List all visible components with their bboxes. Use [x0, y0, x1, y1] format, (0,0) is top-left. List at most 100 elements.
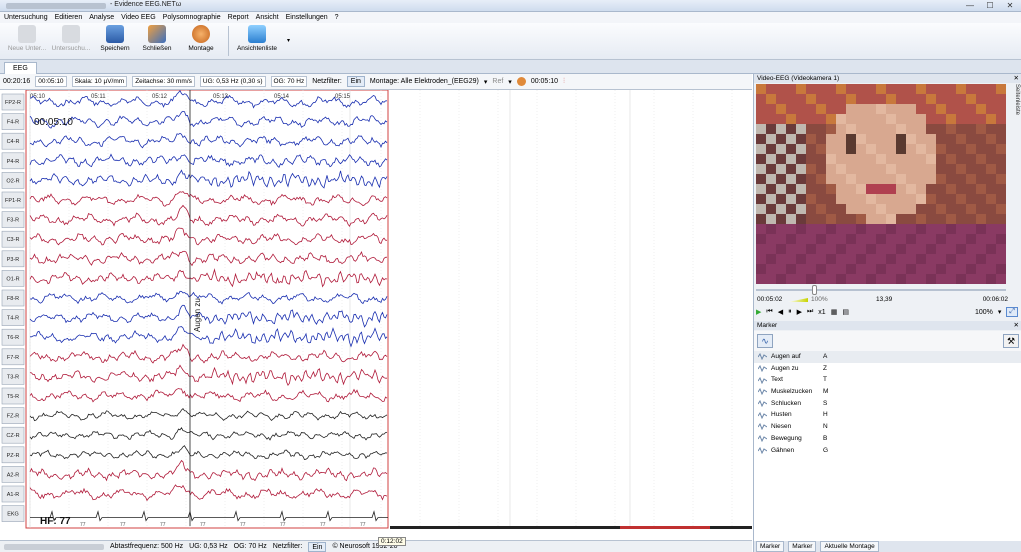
timebase-select[interactable]: Zeitachse: 30 mm/s: [132, 76, 195, 87]
prev-frame-icon[interactable]: ◀: [778, 308, 783, 316]
list-item[interactable]: Gähnen G: [754, 445, 1021, 457]
fullscreen-icon[interactable]: ⤢: [1006, 307, 1018, 317]
views-dropdown-icon[interactable]: ▾: [287, 37, 290, 44]
exam-button[interactable]: Untersuchu...: [48, 25, 94, 52]
menu-ansicht[interactable]: Ansicht: [256, 14, 279, 21]
ref-select[interactable]: Ref: [492, 78, 503, 85]
highcut-select[interactable]: OG: 70 Hz: [270, 76, 308, 87]
montage-select[interactable]: Montage: Alle Elektroden_(EEG29): [370, 78, 479, 85]
channel-label: O2-R: [6, 178, 19, 184]
video-pixel: [856, 264, 866, 274]
status-notch-button[interactable]: Ein: [308, 541, 327, 552]
video-pixel: [996, 164, 1006, 174]
video-pixel: [946, 114, 956, 124]
video-pixel: [936, 244, 946, 254]
video-pixel: [856, 274, 866, 284]
snapshot-icon[interactable]: ▦: [831, 308, 838, 316]
video-pixel: [856, 104, 866, 114]
first-frame-icon[interactable]: ⏮: [766, 308, 772, 316]
montage-button[interactable]: Montage: [178, 25, 224, 52]
lowcut-select[interactable]: UG: 0,53 Hz (0,30 s): [199, 76, 266, 87]
tab-eeg[interactable]: EEG: [4, 62, 37, 74]
play-icon[interactable]: ▶: [756, 308, 761, 316]
sidebar-tab[interactable]: Seitenleiste: [1010, 84, 1020, 204]
signal-icon[interactable]: ⫶: [563, 78, 565, 86]
video-pixel: [846, 104, 856, 114]
menu-untersuchung[interactable]: Untersuchung: [4, 14, 48, 21]
marker-name: Niesen: [771, 423, 792, 431]
video-pixel: [926, 134, 936, 144]
video-pixel: [996, 144, 1006, 154]
video-pixel: [816, 94, 826, 104]
eeg-viewer[interactable]: 05:10 05:11 05:12 05:13 05:14 05:15 FP2-R F4-R C…: [0, 90, 752, 530]
volume-icon[interactable]: [788, 298, 808, 302]
maximize-button[interactable]: ☐: [983, 1, 997, 10]
video-pixel: [776, 84, 786, 94]
montage-dropdown-icon[interactable]: ▾: [484, 78, 488, 86]
beat-rate-label: 77: [200, 522, 206, 528]
close-window-button[interactable]: ✕: [1003, 1, 1017, 10]
zoom-dropdown-icon[interactable]: ▾: [998, 308, 1002, 316]
video-position-slider[interactable]: [756, 285, 1012, 295]
sampling-rate: Abtastfrequenz: 500 Hz: [110, 543, 184, 550]
blurred-file-name: [6, 3, 106, 9]
menu-analyse[interactable]: Analyse: [89, 14, 114, 21]
views-list-button[interactable]: Ansichtenliste: [232, 25, 282, 52]
marker-panel-close-icon[interactable]: ✕: [1014, 321, 1019, 330]
video-pixel: [966, 224, 976, 234]
video-pixel: [956, 104, 966, 114]
video-pixel: [876, 234, 886, 244]
video-pixel: [776, 154, 786, 164]
save-button[interactable]: Speichern: [92, 25, 138, 52]
montage-head-icon[interactable]: [516, 77, 526, 86]
tab-marker-1[interactable]: Marker: [756, 541, 785, 552]
new-exam-button[interactable]: Neue Unter...: [4, 25, 50, 52]
wrench-icon[interactable]: ⚒: [1003, 334, 1019, 348]
video-pixel: [766, 124, 776, 134]
notch-toggle-button[interactable]: Ein: [346, 76, 365, 87]
video-pixel: [806, 184, 816, 194]
list-item[interactable]: Schlucken S: [754, 398, 1021, 410]
video-pixel: [866, 94, 876, 104]
video-frame[interactable]: [756, 84, 1006, 284]
pause-icon[interactable]: ⏸: [788, 308, 792, 316]
channel-label: O1-R: [6, 276, 19, 282]
next-frame-icon[interactable]: ▶: [797, 308, 802, 316]
tab-marker-2[interactable]: Marker: [788, 541, 817, 552]
ref-dropdown-icon[interactable]: ▾: [508, 78, 512, 86]
video-pixel: [826, 94, 836, 104]
position-field[interactable]: 00:05:10: [35, 76, 67, 87]
list-item[interactable]: Augen zu Z: [754, 363, 1021, 375]
eeg-traces[interactable]: 05:10 05:11 05:12 05:13 05:14 05:15FP2-RF4-RC…: [0, 90, 752, 530]
list-item[interactable]: Bewegung B: [754, 433, 1021, 445]
playback-speed[interactable]: x1: [818, 309, 825, 316]
export-icon[interactable]: ▤: [842, 308, 849, 316]
marker-panel-header: Marker ✕: [754, 321, 1021, 330]
video-pixel: [806, 224, 816, 234]
list-item[interactable]: Augen auf A: [754, 351, 1021, 363]
video-pixel: [796, 244, 806, 254]
tab-current-montage[interactable]: Aktuelle Montage: [820, 541, 879, 552]
slider-thumb[interactable]: [812, 285, 817, 295]
list-item[interactable]: Muskelzucken M: [754, 386, 1021, 398]
minimize-button[interactable]: —: [963, 1, 977, 10]
list-item[interactable]: Husten H: [754, 409, 1021, 421]
menu-einstellungen[interactable]: Einstellungen: [286, 14, 328, 21]
marker-wave-icon[interactable]: ∿: [757, 334, 773, 348]
menu-video-eeg[interactable]: Video EEG: [121, 14, 156, 21]
list-item[interactable]: Niesen N: [754, 421, 1021, 433]
zoom-level[interactable]: 100%: [975, 309, 993, 316]
last-frame-icon[interactable]: ⏭: [807, 308, 813, 316]
menu-report[interactable]: Report: [228, 14, 249, 21]
menu-polysomnographie[interactable]: Polysomnographie: [163, 14, 221, 21]
close-exam-button[interactable]: Schließen: [134, 25, 180, 52]
video-panel-close-icon[interactable]: ✕: [1014, 74, 1019, 83]
video-pixel: [816, 214, 826, 224]
menu-editieren[interactable]: Editieren: [55, 14, 83, 21]
menu-help[interactable]: ?: [335, 14, 339, 21]
list-item[interactable]: Text T: [754, 374, 1021, 386]
video-pixel: [866, 174, 876, 184]
video-pixel: [756, 104, 766, 114]
video-pixel: [936, 134, 946, 144]
scale-select[interactable]: Skala: 10 µV/mm: [71, 76, 128, 87]
